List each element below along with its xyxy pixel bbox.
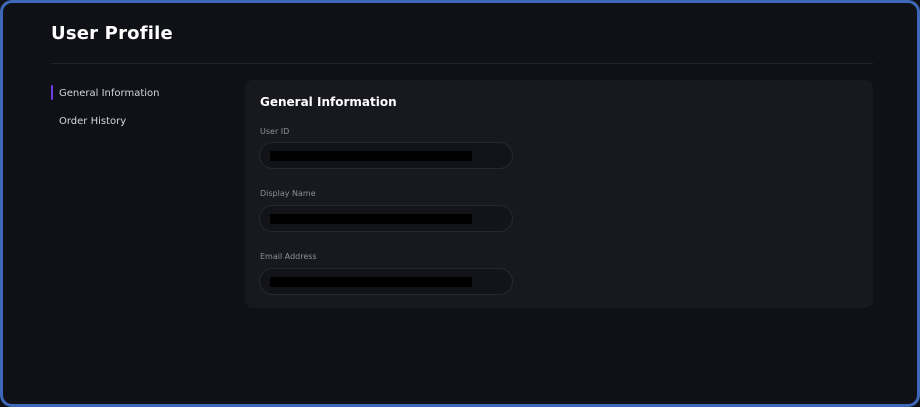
user-id-label: User ID: [260, 127, 290, 136]
display-name-label: Display Name: [260, 189, 316, 198]
email-address-value-redacted: [270, 277, 472, 287]
app-window: User Profile General Information Order H…: [0, 0, 920, 407]
page-title: User Profile: [51, 23, 173, 44]
display-name-value-redacted: [270, 214, 472, 224]
nav-item-order-history[interactable]: Order History: [51, 113, 231, 130]
general-information-card: General Information User ID Display Name…: [245, 80, 873, 308]
display-name-field[interactable]: [259, 205, 513, 232]
header-divider: [51, 63, 873, 64]
email-address-label: Email Address: [260, 252, 317, 261]
email-address-field[interactable]: [259, 268, 513, 295]
user-id-value-redacted: [270, 151, 472, 161]
nav-item-general-information[interactable]: General Information: [51, 85, 231, 102]
section-title: General Information: [260, 95, 397, 109]
user-id-field[interactable]: [259, 142, 513, 169]
side-nav: General Information Order History: [51, 85, 231, 141]
